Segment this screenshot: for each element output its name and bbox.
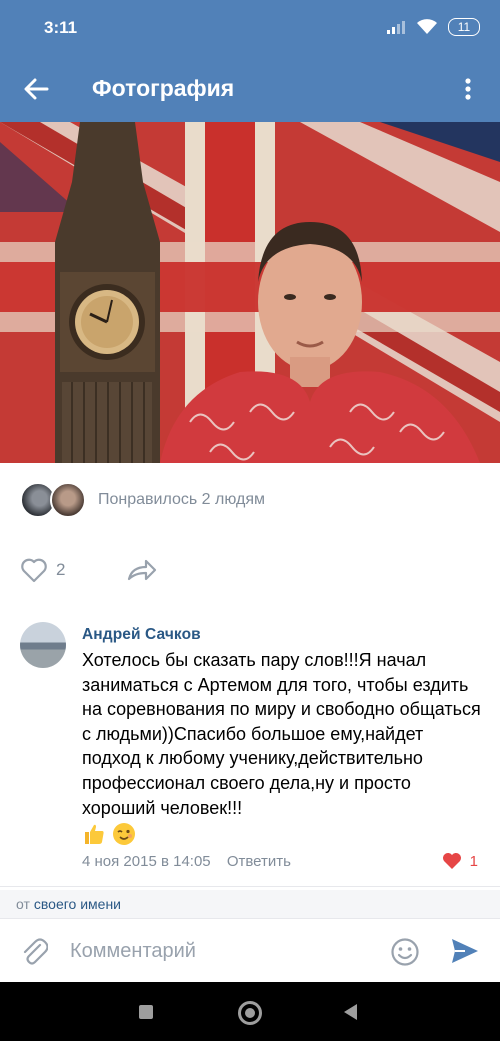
likes-summary-text: Понравилось 2 людям: [98, 491, 265, 508]
send-button[interactable]: [450, 937, 480, 970]
reply-button[interactable]: Ответить: [227, 853, 291, 870]
more-options-button[interactable]: [450, 71, 486, 107]
home-button[interactable]: [238, 1001, 262, 1025]
post-as-prefix: от: [16, 896, 30, 912]
signal-icon: [387, 21, 405, 34]
status-bar: 3:11 11: [0, 0, 500, 56]
wifi-icon: [417, 19, 437, 34]
battery-icon: 11: [448, 18, 480, 36]
like-button[interactable]: 2: [20, 557, 65, 583]
share-icon: [127, 559, 157, 581]
divider: [0, 886, 500, 887]
comment-like-count: 1: [469, 852, 478, 870]
comment-author-avatar[interactable]: [20, 622, 66, 668]
system-back-button[interactable]: [344, 1004, 357, 1020]
likes-summary[interactable]: Понравилось 2 людям: [0, 463, 500, 537]
comment-date: 4 ноя 2015 в 14:05: [82, 853, 211, 870]
arrow-left-icon: [24, 78, 49, 100]
comment-meta: 4 ноя 2015 в 14:05 Ответить: [82, 853, 291, 870]
like-count: 2: [56, 560, 66, 579]
more-vertical-icon: [465, 78, 471, 100]
emoji-button[interactable]: [390, 937, 420, 972]
smiley-icon: [391, 938, 419, 966]
photo-image: [0, 122, 500, 463]
post-as-selector[interactable]: от своего имени: [0, 890, 500, 918]
comment-like-button[interactable]: 1: [442, 852, 478, 870]
heart-filled-icon: [442, 853, 461, 869]
app-bar: Фотография: [0, 56, 500, 122]
photo-actions: 2: [0, 545, 500, 597]
wink-emoji-icon: [113, 823, 135, 845]
photo[interactable]: [0, 122, 500, 463]
post-as-name[interactable]: своего имени: [34, 896, 121, 912]
comment: Андрей Сачков Хотелось бы сказать пару с…: [0, 610, 500, 880]
thumbs-up-icon: [85, 824, 104, 844]
comment-emojis: [82, 822, 136, 846]
comment-input[interactable]: [70, 933, 370, 969]
comment-author-name[interactable]: Андрей Сачков: [82, 626, 201, 644]
status-time: 3:11: [44, 18, 78, 37]
liker-avatar[interactable]: [50, 482, 86, 518]
page-title: Фотография: [92, 75, 235, 101]
status-icons: 11: [386, 18, 480, 36]
paperclip-icon: [23, 938, 49, 965]
comment-text: Хотелось бы сказать пару слов!!!Я начал …: [82, 650, 481, 818]
heart-outline-icon: [21, 558, 47, 583]
comment-composer: [0, 918, 500, 982]
recents-button[interactable]: [139, 1005, 153, 1019]
system-nav-bar: [0, 982, 500, 1041]
back-button[interactable]: [18, 71, 54, 107]
attach-button[interactable]: [20, 937, 49, 972]
share-button[interactable]: [126, 557, 158, 588]
send-icon: [452, 939, 478, 963]
